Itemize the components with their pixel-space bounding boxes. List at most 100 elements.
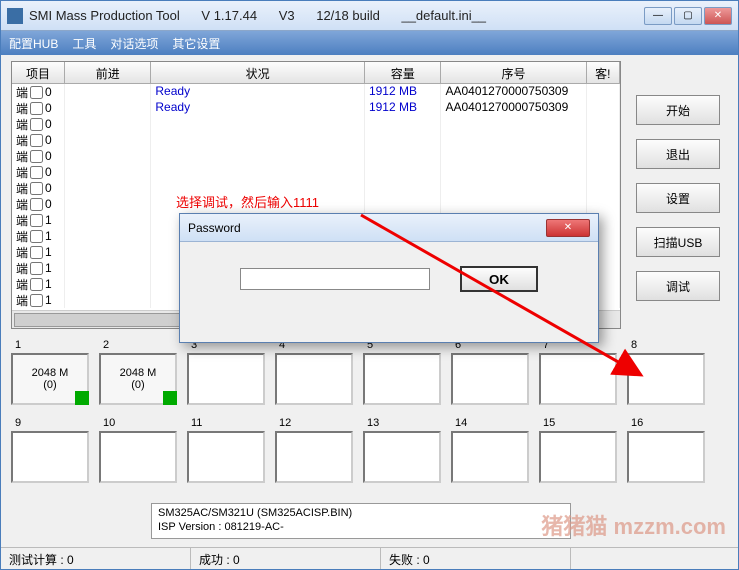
slot-box[interactable] — [275, 353, 353, 405]
row-checkbox[interactable] — [30, 294, 43, 307]
slot-box[interactable] — [627, 431, 705, 483]
row-checkbox[interactable] — [30, 230, 43, 243]
table-row[interactable]: 端0 Ready 1912 MB AA0401270000750309 — [12, 100, 620, 116]
slot-box[interactable] — [187, 353, 265, 405]
slot-box[interactable] — [11, 431, 89, 483]
table-row[interactable]: 端0 — [12, 148, 620, 164]
th-capacity[interactable]: 容量 — [365, 62, 442, 83]
th-cust[interactable]: 客! — [587, 62, 620, 83]
status-ok: 成功 : 0 — [191, 548, 381, 569]
slot-box[interactable] — [539, 431, 617, 483]
th-serial[interactable]: 序号 — [441, 62, 586, 83]
th-status[interactable]: 状况 — [151, 62, 365, 83]
slot-box[interactable] — [451, 353, 529, 405]
slot-8[interactable]: 8 — [627, 339, 709, 411]
slot-13[interactable]: 13 — [363, 417, 445, 489]
slot-number: 16 — [627, 417, 709, 429]
app-window: SMI Mass Production Tool V 1.17.44 V3 12… — [0, 0, 739, 570]
slot-11[interactable]: 11 — [187, 417, 269, 489]
slot-box[interactable] — [363, 353, 441, 405]
table-row[interactable]: 端0 Ready 1912 MB AA0401270000750309 — [12, 84, 620, 100]
table-row[interactable]: 端0 — [12, 164, 620, 180]
slot-box[interactable] — [187, 431, 265, 483]
row-checkbox[interactable] — [30, 118, 43, 131]
app-build: 12/18 build — [316, 8, 380, 23]
menu-hub[interactable]: 配置HUB — [9, 35, 58, 52]
status-test: 测试计算 : 0 — [1, 548, 191, 569]
chip-line2: ISP Version : 081219-AC- — [158, 520, 564, 534]
slot-6[interactable]: 6 — [451, 339, 533, 411]
debug-button[interactable]: 调试 — [636, 271, 720, 301]
row-checkbox[interactable] — [30, 198, 43, 211]
close-button[interactable]: ✕ — [704, 7, 732, 25]
chip-line1: SM325AC/SM321U (SM325ACISP.BIN) — [158, 506, 564, 520]
slot-14[interactable]: 14 — [451, 417, 533, 489]
slot-12[interactable]: 12 — [275, 417, 357, 489]
slot-number: 1 — [11, 339, 93, 351]
slot-number: 14 — [451, 417, 533, 429]
row-checkbox[interactable] — [30, 182, 43, 195]
titlebar: SMI Mass Production Tool V 1.17.44 V3 12… — [1, 1, 738, 31]
slot-15[interactable]: 15 — [539, 417, 621, 489]
exit-button[interactable]: 退出 — [636, 139, 720, 169]
th-item[interactable]: 项目 — [12, 62, 65, 83]
row-checkbox[interactable] — [30, 262, 43, 275]
table-row[interactable]: 端0 — [12, 116, 620, 132]
menu-dialog[interactable]: 对话选项 — [110, 35, 158, 52]
row-checkbox[interactable] — [30, 86, 43, 99]
client-area: 项目 前进 状况 容量 序号 客! 端0 Ready 1912 MB AA040… — [1, 55, 738, 569]
slot-number: 9 — [11, 417, 93, 429]
minimize-button[interactable]: — — [644, 7, 672, 25]
row-checkbox[interactable] — [30, 246, 43, 259]
slot-number: 2 — [99, 339, 181, 351]
password-dialog: Password ✕ OK — [179, 213, 599, 343]
dialog-titlebar[interactable]: Password ✕ — [180, 214, 598, 242]
scan-usb-button[interactable]: 扫描USB — [636, 227, 720, 257]
settings-button[interactable]: 设置 — [636, 183, 720, 213]
password-input[interactable] — [240, 268, 430, 290]
slot-grid: 1 2048 M(0) 2 2048 M(0) 3 4 5 6 7 8 9 10… — [11, 339, 721, 495]
slot-3[interactable]: 3 — [187, 339, 269, 411]
slot-status-indicator — [75, 391, 89, 405]
ok-button[interactable]: OK — [460, 266, 538, 292]
row-checkbox[interactable] — [30, 214, 43, 227]
slot-9[interactable]: 9 — [11, 417, 93, 489]
menubar: 配置HUB 工具 对话选项 其它设置 — [1, 31, 738, 55]
row-checkbox[interactable] — [30, 134, 43, 147]
slot-4[interactable]: 4 — [275, 339, 357, 411]
slot-box[interactable] — [99, 431, 177, 483]
slot-box[interactable]: 2048 M(0) — [11, 353, 89, 405]
slot-number: 8 — [627, 339, 709, 351]
row-checkbox[interactable] — [30, 150, 43, 163]
th-progress[interactable]: 前进 — [65, 62, 151, 83]
row-checkbox[interactable] — [30, 278, 43, 291]
row-checkbox[interactable] — [30, 102, 43, 115]
menu-tool[interactable]: 工具 — [72, 35, 96, 52]
slot-10[interactable]: 10 — [99, 417, 181, 489]
maximize-button[interactable]: ▢ — [674, 7, 702, 25]
slot-box[interactable] — [627, 353, 705, 405]
table-header: 项目 前进 状况 容量 序号 客! — [12, 62, 620, 84]
slot-number: 12 — [275, 417, 357, 429]
slot-number: 15 — [539, 417, 621, 429]
dialog-close-button[interactable]: ✕ — [546, 219, 590, 237]
slot-box[interactable] — [363, 431, 441, 483]
scrollbar-thumb[interactable] — [14, 313, 184, 327]
row-checkbox[interactable] — [30, 166, 43, 179]
slot-1[interactable]: 1 2048 M(0) — [11, 339, 93, 411]
hint-text: 选择调试，然后输入1111 — [176, 192, 319, 211]
slot-box[interactable] — [539, 353, 617, 405]
slot-2[interactable]: 2 2048 M(0) — [99, 339, 181, 411]
start-button[interactable]: 开始 — [636, 95, 720, 125]
slot-box[interactable] — [275, 431, 353, 483]
slot-box[interactable]: 2048 M(0) — [99, 353, 177, 405]
slot-number: 11 — [187, 417, 269, 429]
slot-status-indicator — [163, 391, 177, 405]
app-ini: __default.ini__ — [401, 8, 486, 23]
slot-5[interactable]: 5 — [363, 339, 445, 411]
slot-16[interactable]: 16 — [627, 417, 709, 489]
menu-other[interactable]: 其它设置 — [172, 35, 220, 52]
table-row[interactable]: 端0 — [12, 132, 620, 148]
slot-box[interactable] — [451, 431, 529, 483]
slot-7[interactable]: 7 — [539, 339, 621, 411]
